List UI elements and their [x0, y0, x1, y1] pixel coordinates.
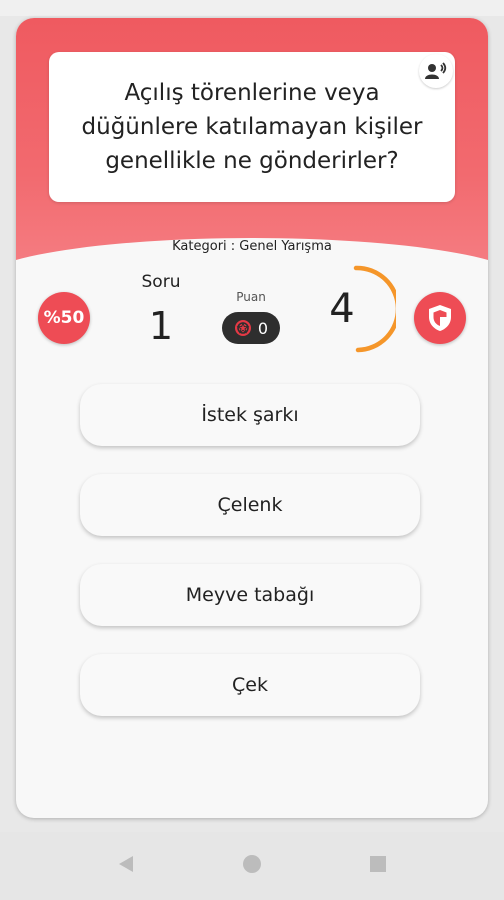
question-text: Açılış törenlerine veya düğünlere katıla… [81, 80, 423, 174]
answer-option-1[interactable]: İstek şarkı [80, 384, 420, 446]
score-badge: 0 [222, 312, 280, 344]
score-label: Puan [236, 290, 266, 304]
back-triangle-icon[interactable] [116, 854, 136, 874]
speaker-button[interactable] [419, 54, 453, 88]
answer-option-4[interactable]: Çek [80, 654, 420, 716]
question-number-label: Soru [141, 272, 181, 292]
recent-square-icon[interactable] [368, 854, 388, 874]
answer-option-3[interactable]: Meyve tabağı [80, 564, 420, 626]
coin-icon [234, 320, 251, 336]
speaker-icon [425, 62, 447, 79]
quiz-card: Açılış törenlerine veya düğünlere katıla… [16, 18, 488, 818]
shield-joker-button[interactable] [414, 292, 466, 344]
question-box: Açılış törenlerine veya düğünlere katıla… [49, 52, 455, 202]
score-value: 0 [257, 318, 269, 338]
status-bar [0, 0, 504, 16]
shield-icon [429, 305, 451, 331]
answer-option-2[interactable]: Çelenk [80, 474, 420, 536]
fifty-percent-joker-button[interactable]: %50 [38, 292, 90, 344]
question-number-value: 1 [148, 304, 174, 348]
home-circle-icon[interactable] [242, 854, 262, 874]
timer-value: 4 [329, 286, 355, 332]
category-label: Kategori : Genel Yarışma [172, 239, 332, 254]
